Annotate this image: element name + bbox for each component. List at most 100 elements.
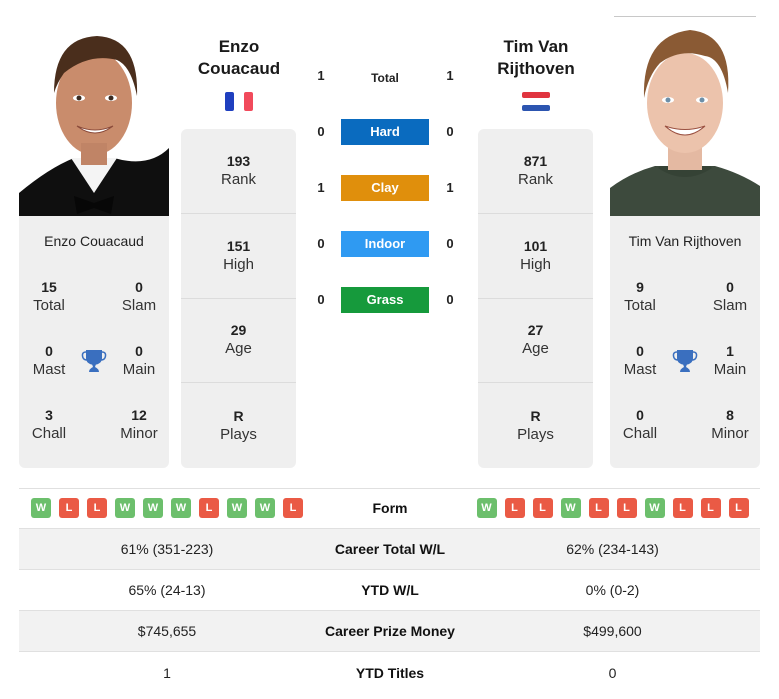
surface-clay-button[interactable]: Clay [341,175,429,201]
player-right-name-line1: Tim Van [503,37,569,56]
player-right-card-name[interactable]: Tim Van Rijthoven [610,233,760,249]
form-right-badges: WLLWLLWLLL [465,498,760,518]
form-loss-badge: L [59,498,79,518]
player-left-name-line2: Couacaud [197,59,281,78]
titles-chall: 0 Chall [610,406,670,444]
titles-value: 1 [726,343,734,359]
titles-slam: 0 Slam [109,278,169,316]
row-right-value: 0% (0-2) [585,582,640,598]
titles-value: 0 [135,279,143,295]
stat-value: 193 [226,152,251,169]
row-right-value: 0 [608,664,617,681]
stat-plays: R Plays [478,383,593,468]
form-win-badge: W [143,498,163,518]
titles-total: 15 Total [19,278,79,316]
row-left-value: 1 [163,664,171,681]
titles-slam: 0 Slam [700,278,760,316]
h2h-right-count: 1 [446,180,454,195]
titles-label: Slam [712,297,748,314]
stat-value: 101 [523,237,548,254]
form-win-badge: W [227,498,247,518]
titles-label: Chall [622,425,658,442]
stat-label: Plays [220,425,257,443]
form-loss-badge: L [199,498,219,518]
form-win-badge: W [560,498,581,518]
h2h-row-clay: 1 Clay 1 [305,175,465,201]
player-left-portrait-icon [19,18,169,216]
h2h-row-grass: 0 Grass 0 [305,287,465,313]
stat-rank: 193 Rank [181,129,296,214]
h2h-left-count: 0 [317,124,325,139]
player-right-name[interactable]: Tim Van Rijthoven [471,36,601,80]
surface-indoor-button[interactable]: Indoor [341,231,429,257]
surface-hard-button[interactable]: Hard [341,119,429,145]
stat-rank: 871 Rank [478,129,593,214]
trophy-icon [672,350,698,372]
stat-age: 27 Age [478,299,593,384]
form-win-badge: W [115,498,135,518]
stat-label: Age [522,340,549,358]
form-loss-badge: L [504,498,525,518]
flag-stripe [522,98,550,105]
titles-label: Main [713,361,747,378]
h2h-row-indoor: 0 Indoor 0 [305,231,465,257]
player-right-titles-card: Tim Van Rijthoven 9 Total 0 Slam 0 Mast … [610,216,760,468]
titles-value: 3 [45,407,53,423]
flag-stripe [225,92,235,111]
titles-label: Main [122,361,156,378]
titles-value: 0 [636,407,644,423]
titles-label: Minor [711,425,749,442]
stat-label: Rank [517,170,554,188]
player-right-stats-card: 871 Rank 101 High 27 Age R Plays [478,129,593,468]
flag-stripe [522,104,550,111]
stat-age: 29 Age [181,299,296,384]
titles-value: 0 [45,343,53,359]
h2h-row-hard: 0 Hard 0 [305,119,465,145]
titles-main: 1 Main [700,342,760,380]
trophy-icon [81,350,107,372]
h2h-left-count: 0 [317,292,325,307]
row-label: YTD W/L [361,582,419,598]
form-left-badges: WLLWWWLWWL [19,498,315,518]
form-loss-badge: L [588,498,609,518]
h2h-left-count: 1 [317,68,325,83]
form-right: WLLWLLWLLL [465,498,760,518]
player-left-card-name[interactable]: Enzo Couacaud [19,233,169,249]
stat-label: Rank [220,170,257,188]
titles-minor: 8 Minor [700,406,760,444]
player-left-stats-card: 193 Rank 151 High 29 Age R Plays [181,129,296,468]
h2h-right-count: 0 [446,124,454,139]
h2h-right-count: 0 [446,236,454,251]
table-row: $745,655 Career Prize Money $499,600 [19,611,760,652]
titles-total: 9 Total [610,278,670,316]
surface-grass-button[interactable]: Grass [341,287,429,313]
titles-main: 0 Main [109,342,169,380]
flag-stripe [243,92,253,111]
titles-value: 0 [726,279,734,295]
player-left-name[interactable]: Enzo Couacaud [174,36,304,80]
stat-value: R [233,407,244,424]
h2h-label: Total [371,71,399,85]
titles-label: Chall [31,425,67,442]
form-win-badge: W [476,498,497,518]
stat-value: R [530,407,541,424]
table-row: 61% (351-223) Career Total W/L 62% (234-… [19,529,760,570]
titles-chall: 3 Chall [19,406,79,444]
titles-minor: 12 Minor [109,406,169,444]
form-loss-badge: L [700,498,721,518]
h2h-left-count: 1 [317,180,325,195]
stat-high: 101 High [478,214,593,299]
form-win-badge: W [255,498,275,518]
row-right-value: 62% (234-143) [566,541,659,557]
titles-mast: 0 Mast [19,342,79,380]
player-right-photo [610,18,760,216]
titles-value: 12 [131,407,147,423]
titles-value: 0 [636,343,644,359]
stat-value: 27 [527,322,544,339]
titles-value: 15 [41,279,57,295]
titles-label: Minor [120,425,158,442]
player-left-photo [19,18,169,216]
form-loss-badge: L [672,498,693,518]
row-label: Career Total W/L [334,541,446,557]
titles-label: Total [33,297,65,314]
